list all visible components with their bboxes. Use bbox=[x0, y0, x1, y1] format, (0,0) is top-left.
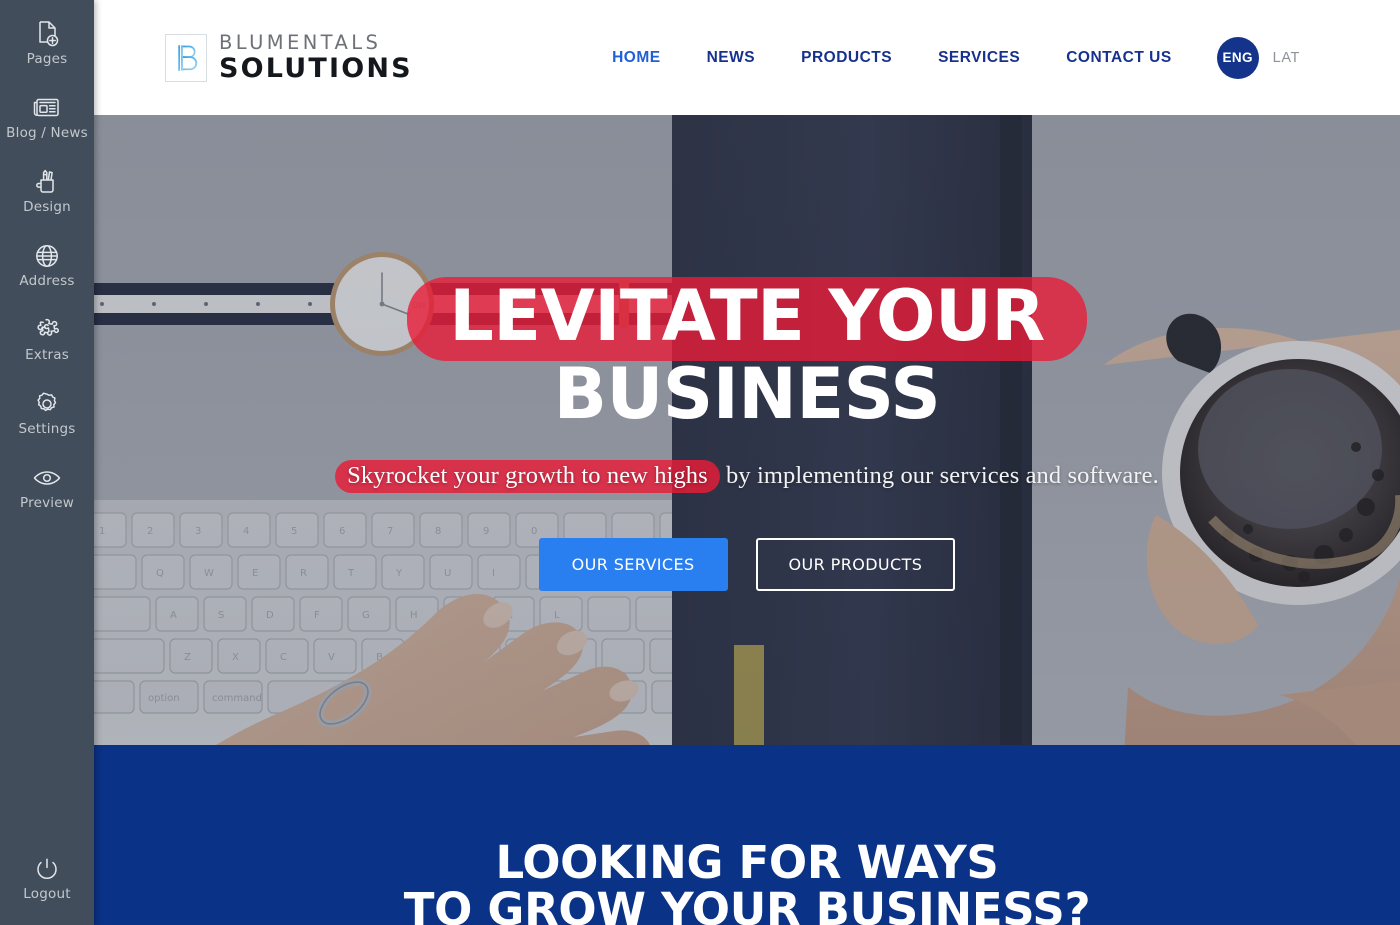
nav-item-products[interactable]: PRODUCTS bbox=[778, 49, 915, 67]
puzzle-piece-icon bbox=[30, 315, 64, 345]
power-icon bbox=[30, 854, 64, 884]
pen-cup-icon bbox=[30, 167, 64, 197]
sidebar-item-label: Blog / News bbox=[6, 125, 88, 142]
brand-logo[interactable]: BLUMENTALS SOLUTIONS bbox=[165, 33, 413, 83]
sidebar-item-label: Address bbox=[19, 273, 75, 290]
language-switcher: ENG LAT bbox=[1216, 36, 1300, 79]
hero-subtitle-highlight: Skyrocket your growth to new highs bbox=[335, 459, 720, 493]
sidebar-item-settings[interactable]: Settings bbox=[0, 376, 94, 450]
cta-heading: LOOKING FOR WAYS TO GROW YOUR BUSINESS? bbox=[404, 839, 1091, 925]
newspaper-icon bbox=[30, 93, 64, 123]
sidebar-item-blog-news[interactable]: Blog / News bbox=[0, 80, 94, 154]
language-current-eng[interactable]: ENG bbox=[1216, 36, 1259, 79]
sidebar-footer: Logout bbox=[0, 841, 94, 925]
hero-content: LEVITATE YOUR BUSINESS Skyrocket your gr… bbox=[94, 115, 1400, 745]
language-option-lat[interactable]: LAT bbox=[1273, 50, 1300, 66]
nav-item-services[interactable]: SERVICES bbox=[915, 49, 1043, 67]
b-monogram-icon bbox=[165, 33, 207, 82]
cta-heading-line-2: TO GROW YOUR BUSINESS? bbox=[403, 883, 1091, 925]
sidebar-item-label: Design bbox=[23, 199, 71, 216]
hero-subtitle: Skyrocket your growth to new highs by im… bbox=[335, 459, 1159, 493]
sidebar-item-label: Logout bbox=[23, 886, 71, 903]
sidebar-item-extras[interactable]: Extras bbox=[0, 302, 94, 376]
brand-line-2: SOLUTIONS bbox=[219, 53, 413, 85]
hero-section: DW bbox=[94, 115, 1400, 745]
sidebar-items: Pages Blog / News Design Address Extras … bbox=[0, 0, 94, 524]
app-window: Pages Blog / News Design Address Extras … bbox=[0, 0, 1400, 925]
nav-item-news[interactable]: NEWS bbox=[684, 49, 779, 67]
sidebar-item-label: Pages bbox=[26, 51, 68, 68]
sidebar-item-pages[interactable]: Pages bbox=[0, 6, 94, 80]
cta-heading-line-1: LOOKING FOR WAYS bbox=[495, 836, 999, 889]
hero-title-line-1: LEVITATE YOUR bbox=[407, 277, 1087, 361]
sidebar-item-preview[interactable]: Preview bbox=[0, 450, 94, 524]
hero-title-line-2: BUSINESS bbox=[553, 352, 941, 435]
sidebar-item-address[interactable]: Address bbox=[0, 228, 94, 302]
sidebar-item-label: Settings bbox=[18, 421, 76, 438]
nav-item-contact-us[interactable]: CONTACT US bbox=[1043, 49, 1194, 67]
cta-section: LOOKING FOR WAYS TO GROW YOUR BUSINESS? bbox=[94, 745, 1400, 925]
sidebar-item-label: Preview bbox=[20, 495, 74, 512]
our-products-button[interactable]: OUR PRODUCTS bbox=[755, 537, 956, 591]
hero-title: LEVITATE YOUR BUSINESS bbox=[407, 277, 1087, 435]
site-preview-canvas: BLUMENTALS SOLUTIONS HOME NEWS PRODUCTS … bbox=[94, 0, 1400, 925]
hero-subtitle-rest: by implementing our services and softwar… bbox=[719, 461, 1159, 489]
gear-icon bbox=[30, 389, 64, 419]
hero-buttons: OUR SERVICES OUR PRODUCTS bbox=[538, 537, 956, 591]
sidebar-item-logout[interactable]: Logout bbox=[0, 841, 94, 915]
nav-item-home[interactable]: HOME bbox=[589, 49, 684, 67]
sidebar-item-design[interactable]: Design bbox=[0, 154, 94, 228]
brand-wordmark: BLUMENTALS SOLUTIONS bbox=[219, 33, 413, 83]
main-navigation: HOME NEWS PRODUCTS SERVICES CONTACT US E… bbox=[589, 36, 1300, 79]
sidebar-item-label: Extras bbox=[25, 347, 69, 364]
brand-line-1: BLUMENTALS bbox=[219, 30, 382, 54]
editor-sidebar: Pages Blog / News Design Address Extras … bbox=[0, 0, 94, 925]
globe-icon bbox=[30, 241, 64, 271]
site-header: BLUMENTALS SOLUTIONS HOME NEWS PRODUCTS … bbox=[94, 0, 1400, 115]
our-services-button[interactable]: OUR SERVICES bbox=[538, 537, 728, 591]
page-add-icon bbox=[30, 19, 64, 49]
eye-icon bbox=[30, 463, 64, 493]
